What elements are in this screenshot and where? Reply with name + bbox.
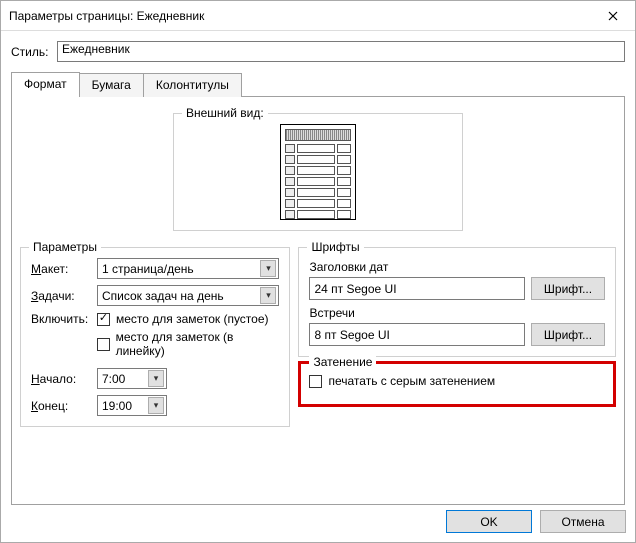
layout-combo[interactable]: 1 страница/день ▾ — [97, 258, 279, 279]
tab-strip: Формат Бумага Колонтитулы — [11, 72, 625, 97]
shading-group: Затенение печатать с серым затенением — [298, 361, 616, 407]
fonts-dates-button[interactable]: Шрифт... — [531, 277, 605, 300]
chevron-down-icon: ▾ — [260, 287, 276, 304]
end-combo[interactable]: 19:00 ▾ — [97, 395, 167, 416]
end-label: Конец: — [31, 399, 91, 413]
chevron-down-icon: ▾ — [148, 397, 164, 414]
fonts-appts-button[interactable]: Шрифт... — [531, 323, 605, 346]
layout-preview — [280, 124, 356, 220]
chevron-down-icon: ▾ — [260, 260, 276, 277]
include-label: Включить: — [31, 312, 91, 326]
tab-paper[interactable]: Бумага — [79, 73, 144, 97]
close-button[interactable] — [591, 1, 635, 31]
ok-button[interactable]: OK — [446, 510, 532, 533]
fonts-dates-label: Заголовки дат — [309, 260, 605, 274]
chevron-down-icon: ▾ — [148, 370, 164, 387]
fonts-dates-value: 24 пт Segoe UI — [309, 277, 525, 300]
include-notes-blank-label: место для заметок (пустое) — [116, 312, 269, 326]
fonts-appts-value: 8 пт Segoe UI — [309, 323, 525, 346]
include-notes-blank-checkbox[interactable] — [97, 313, 110, 326]
shading-checkbox[interactable] — [309, 375, 322, 388]
tab-headers[interactable]: Колонтитулы — [143, 73, 242, 97]
tasks-label: Задачи: — [31, 289, 91, 303]
start-label: Начало: — [31, 372, 91, 386]
params-legend: Параметры — [29, 240, 101, 254]
params-group: Параметры Макет: 1 страница/день ▾ Задач… — [20, 247, 290, 427]
shading-legend: Затенение — [309, 355, 376, 369]
tasks-combo[interactable]: Список задач на день ▾ — [97, 285, 279, 306]
cancel-button[interactable]: Отмена — [540, 510, 626, 533]
style-label: Стиль: — [11, 45, 51, 59]
tab-format[interactable]: Формат — [11, 72, 80, 97]
appearance-group: Внешний вид: — [173, 113, 463, 231]
tab-body: Внешний вид: — [11, 97, 625, 505]
shading-option-label: печатать с серым затенением — [328, 374, 495, 388]
include-notes-lined-label: место для заметок (в линейку) — [116, 330, 280, 358]
style-input[interactable]: Ежедневник — [57, 41, 625, 62]
dialog-footer: OK Отмена — [446, 510, 626, 533]
include-notes-lined-checkbox[interactable] — [97, 338, 110, 351]
fonts-legend: Шрифты — [307, 240, 363, 254]
close-icon — [608, 11, 618, 21]
fonts-group: Шрифты Заголовки дат 24 пт Segoe UI Шриф… — [298, 247, 616, 357]
titlebar: Параметры страницы: Ежедневник — [1, 1, 635, 31]
fonts-appts-label: Встречи — [309, 306, 605, 320]
appearance-legend: Внешний вид: — [182, 106, 268, 120]
start-combo[interactable]: 7:00 ▾ — [97, 368, 167, 389]
window-title: Параметры страницы: Ежедневник — [9, 9, 204, 23]
layout-label: Макет: — [31, 262, 91, 276]
